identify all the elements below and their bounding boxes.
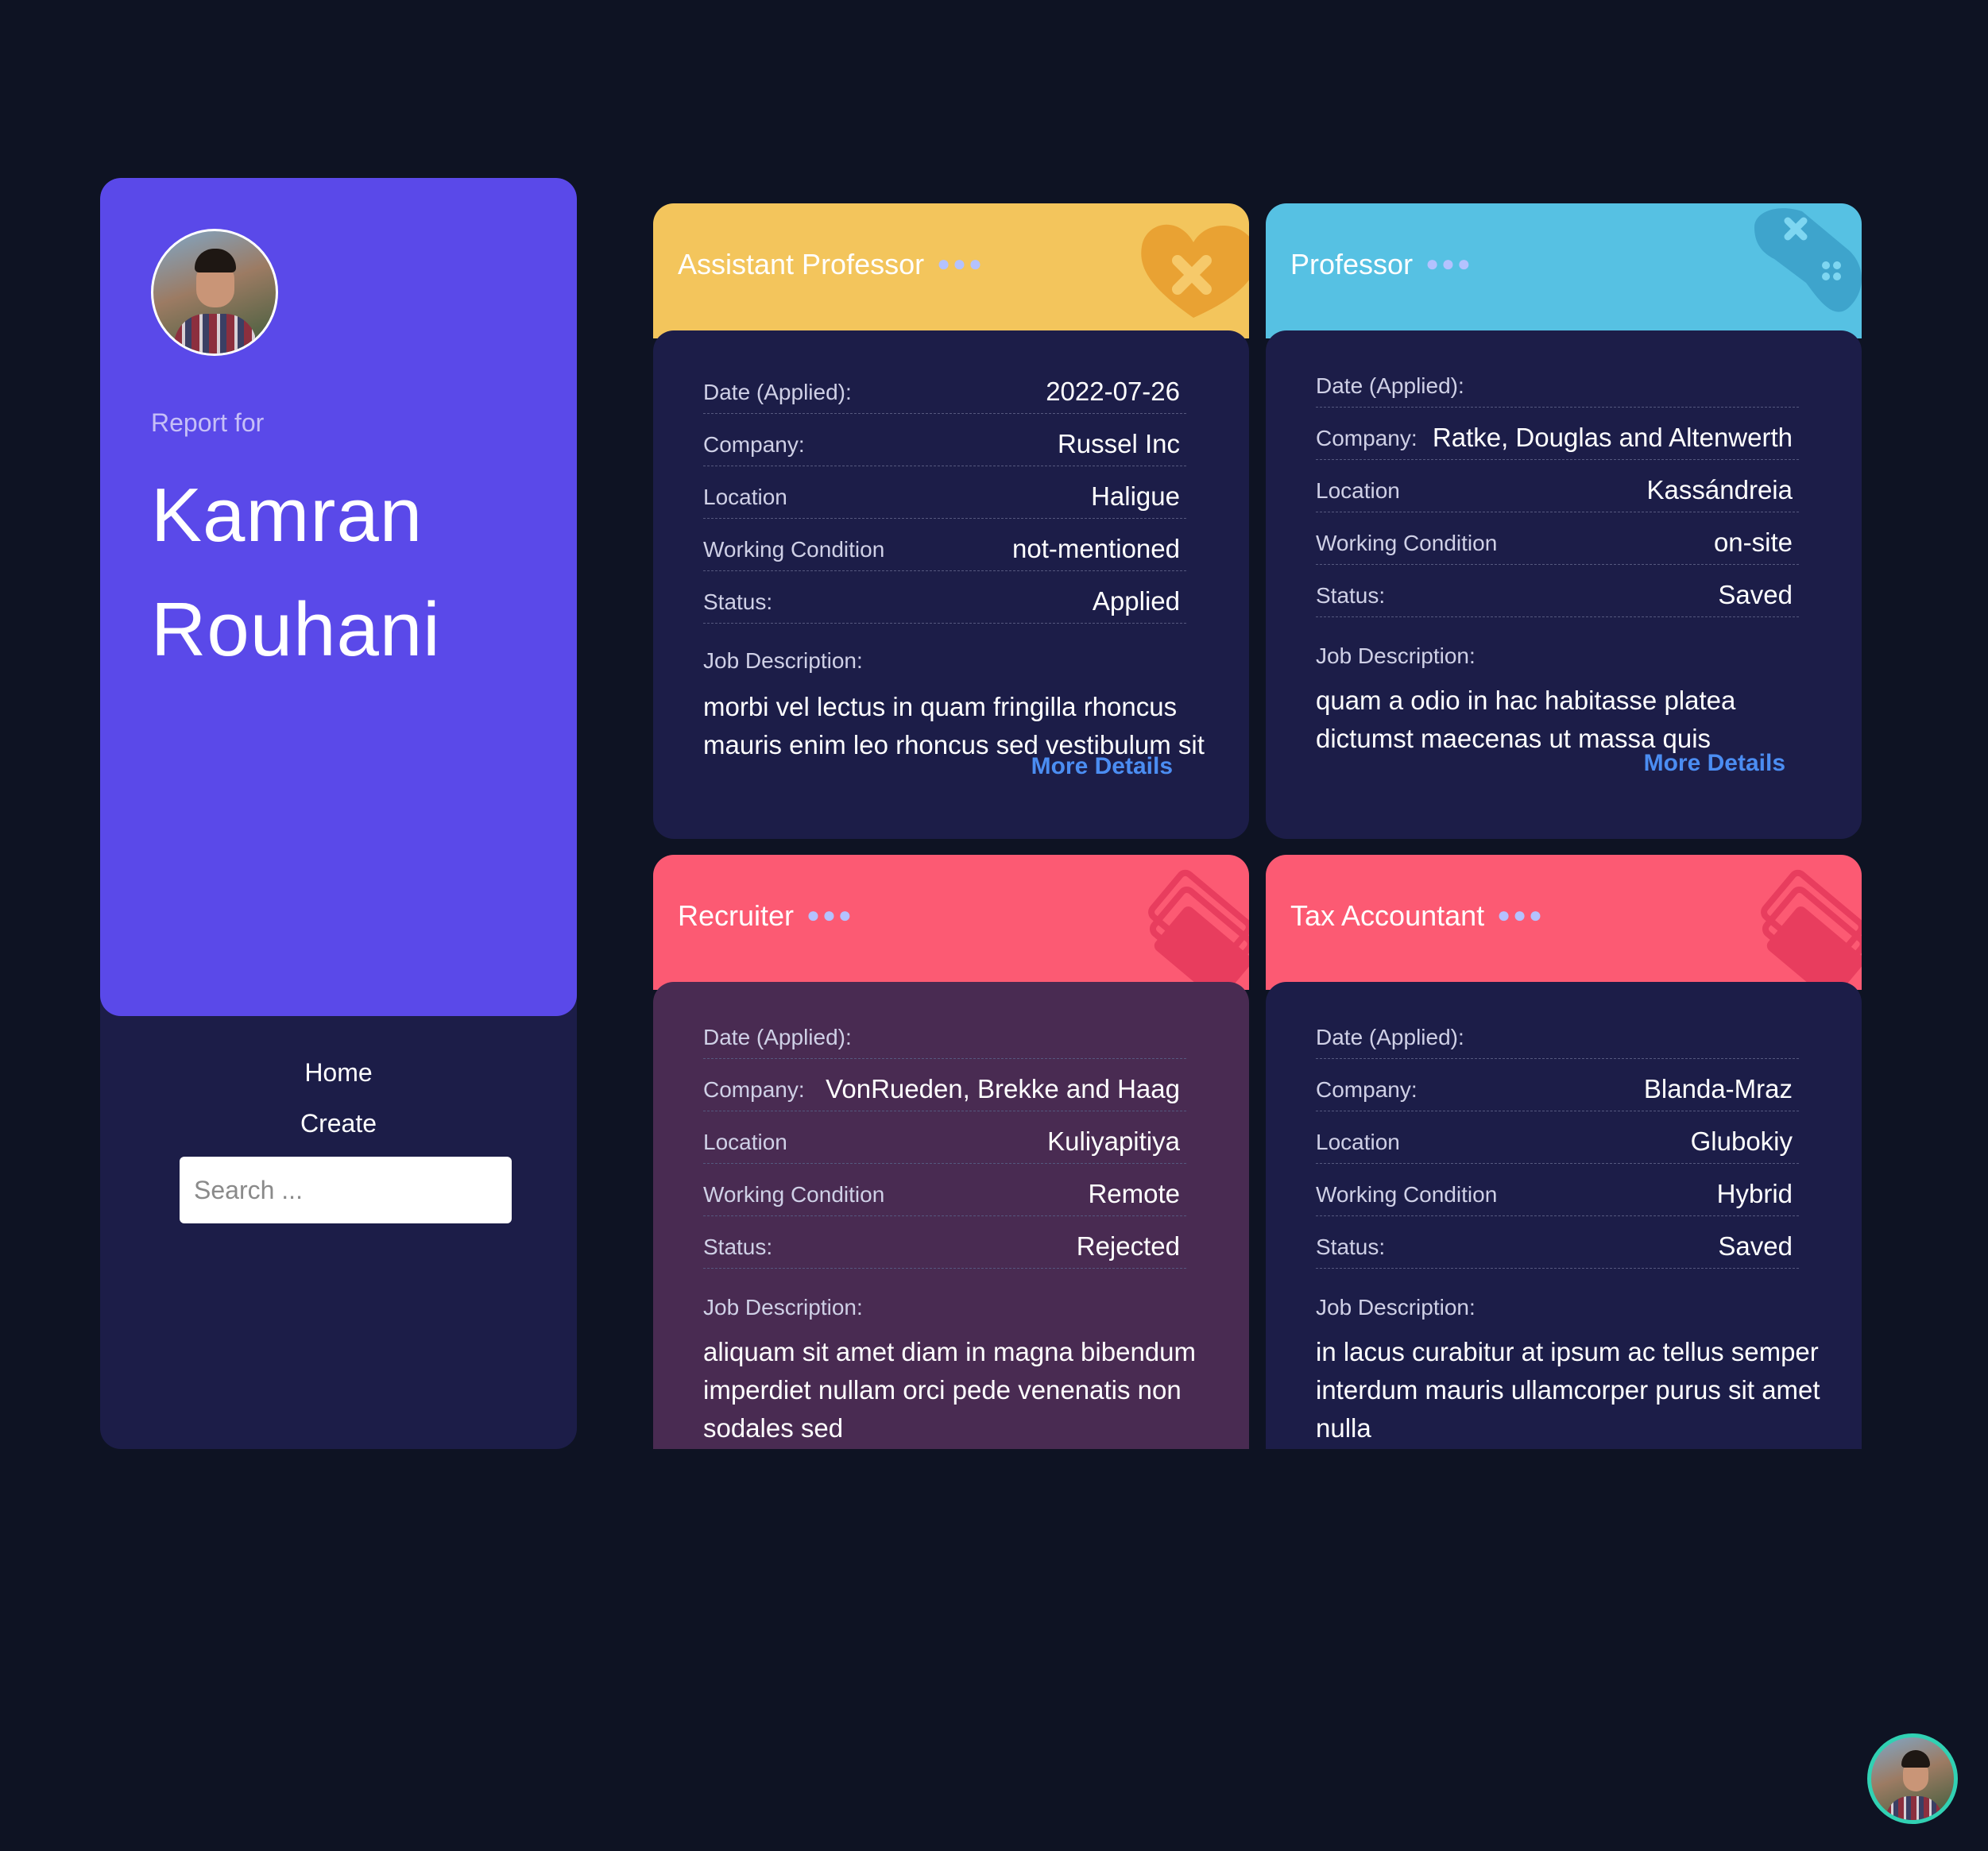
user-avatar-button[interactable] bbox=[1867, 1733, 1958, 1824]
company-row: Company: Russel Inc bbox=[703, 426, 1186, 466]
job-description-label: Job Description: bbox=[703, 648, 863, 673]
card-body: Date (Applied): 2022-07-26 Company: Russ… bbox=[653, 330, 1249, 839]
company-row: Company: VonRueden, Brekke and Haag bbox=[703, 1071, 1186, 1111]
date-row: Date (Applied): bbox=[1316, 367, 1799, 408]
more-options-icon[interactable]: ●●● bbox=[937, 251, 984, 276]
status-row: Status: Saved bbox=[1316, 577, 1799, 617]
job-description-label: Job Description: bbox=[1316, 643, 1476, 668]
company-value: Ratke, Douglas and Altenwerth bbox=[1432, 423, 1793, 452]
more-details-link[interactable]: More Details bbox=[1031, 755, 1173, 775]
job-title: Recruiter bbox=[678, 899, 795, 932]
card-body: Date (Applied): Company: Blanda-Mraz Loc… bbox=[1266, 982, 1862, 1449]
job-description-label: Job Description: bbox=[703, 1295, 863, 1320]
date-row: Date (Applied): 2022-07-26 bbox=[703, 373, 1186, 414]
working-condition-value: Hybrid bbox=[1716, 1179, 1793, 1208]
heart-x-icon bbox=[1141, 224, 1249, 318]
working-condition-row: Working Condition Hybrid bbox=[1316, 1176, 1799, 1216]
tickets-icon bbox=[1761, 869, 1862, 990]
working-condition-value: not-mentioned bbox=[1012, 534, 1180, 563]
more-options-icon[interactable]: ●●● bbox=[1497, 902, 1545, 928]
working-condition-value: on-site bbox=[1713, 527, 1793, 557]
working-condition-value: Remote bbox=[1088, 1179, 1180, 1208]
status-row: Status: Rejected bbox=[703, 1228, 1186, 1269]
location-row: Location Kuliyapitiya bbox=[703, 1123, 1186, 1164]
company-value: VonRueden, Brekke and Haag bbox=[826, 1074, 1180, 1103]
job-card: Assistant Professor ●●● Date (Applied): 2… bbox=[653, 203, 1249, 839]
user-last-name: Rouhani bbox=[151, 587, 441, 672]
status-row: Status: Saved bbox=[1316, 1228, 1799, 1269]
location-value: Kuliyapitiya bbox=[1047, 1126, 1180, 1156]
company-row: Company: Ratke, Douglas and Altenwerth bbox=[1316, 419, 1799, 460]
location-value: Haligue bbox=[1091, 481, 1180, 511]
company-row: Company: Blanda-Mraz bbox=[1316, 1071, 1799, 1111]
location-row: Location Glubokiy bbox=[1316, 1123, 1799, 1164]
job-description-text: quam a odio in hac habitasse platea dict… bbox=[1316, 686, 1736, 753]
report-for-label: Report for bbox=[151, 408, 265, 437]
job-description-text: in lacus curabitur at ipsum ac tellus se… bbox=[1316, 1337, 1820, 1443]
job-title: Professor bbox=[1290, 248, 1414, 280]
profile-avatar bbox=[151, 229, 278, 356]
job-card: Recruiter ●●● Date (Applied): Company: Vo… bbox=[653, 855, 1249, 1449]
user-first-name: Kamran bbox=[151, 473, 424, 558]
sidebar: Report for Kamran Rouhani Home Create bbox=[100, 178, 577, 1449]
nav-home-link[interactable]: Home bbox=[100, 1058, 577, 1088]
date-row: Date (Applied): bbox=[1316, 1018, 1799, 1059]
card-header: Professor ●●● bbox=[1266, 203, 1862, 338]
job-description-text: aliquam sit amet diam in magna bibendum … bbox=[703, 1337, 1196, 1443]
gamepad-icon bbox=[1754, 208, 1862, 312]
date-row: Date (Applied): bbox=[703, 1018, 1186, 1059]
job-card: Professor ●●● Date (Applied): Company: Ra… bbox=[1266, 203, 1862, 839]
card-header: Tax Accountant ●●● bbox=[1266, 855, 1862, 990]
profile-panel: Report for Kamran Rouhani bbox=[100, 178, 577, 1016]
job-title: Tax Accountant bbox=[1290, 899, 1485, 932]
location-value: Kassándreia bbox=[1646, 475, 1793, 504]
status-value: Saved bbox=[1718, 1231, 1793, 1261]
more-details-link[interactable]: More Details bbox=[1644, 750, 1785, 777]
card-body: Date (Applied): Company: Ratke, Douglas … bbox=[1266, 330, 1862, 839]
date-value: 2022-07-26 bbox=[1046, 377, 1180, 406]
working-condition-row: Working Condition on-site bbox=[1316, 524, 1799, 565]
more-options-icon[interactable]: ●●● bbox=[1425, 251, 1473, 276]
job-card: Tax Accountant ●●● Date (Applied): Compan… bbox=[1266, 855, 1862, 1449]
nav-create-link[interactable]: Create bbox=[100, 1109, 577, 1138]
job-description-label: Job Description: bbox=[1316, 1295, 1476, 1320]
status-row: Status: Applied bbox=[703, 583, 1186, 624]
card-header: Assistant Professor ●●● bbox=[653, 203, 1249, 338]
location-row: Location Kassándreia bbox=[1316, 472, 1799, 512]
company-value: Blanda-Mraz bbox=[1643, 1074, 1793, 1103]
status-value: Rejected bbox=[1076, 1231, 1180, 1261]
card-body: Date (Applied): Company: VonRueden, Brek… bbox=[653, 982, 1249, 1449]
status-value: Saved bbox=[1718, 580, 1793, 609]
company-value: Russel Inc bbox=[1057, 429, 1180, 458]
job-title: Assistant Professor bbox=[678, 248, 925, 280]
tickets-icon bbox=[1148, 869, 1249, 990]
working-condition-row: Working Condition Remote bbox=[703, 1176, 1186, 1216]
status-value: Applied bbox=[1092, 586, 1180, 616]
location-row: Location Haligue bbox=[703, 478, 1186, 519]
card-header: Recruiter ●●● bbox=[653, 855, 1249, 990]
search-input[interactable] bbox=[180, 1157, 512, 1223]
working-condition-row: Working Condition not-mentioned bbox=[703, 531, 1186, 571]
more-options-icon[interactable]: ●●● bbox=[806, 902, 854, 928]
location-value: Glubokiy bbox=[1690, 1126, 1793, 1156]
job-description-text: morbi vel lectus in quam fringilla rhonc… bbox=[703, 692, 1205, 755]
